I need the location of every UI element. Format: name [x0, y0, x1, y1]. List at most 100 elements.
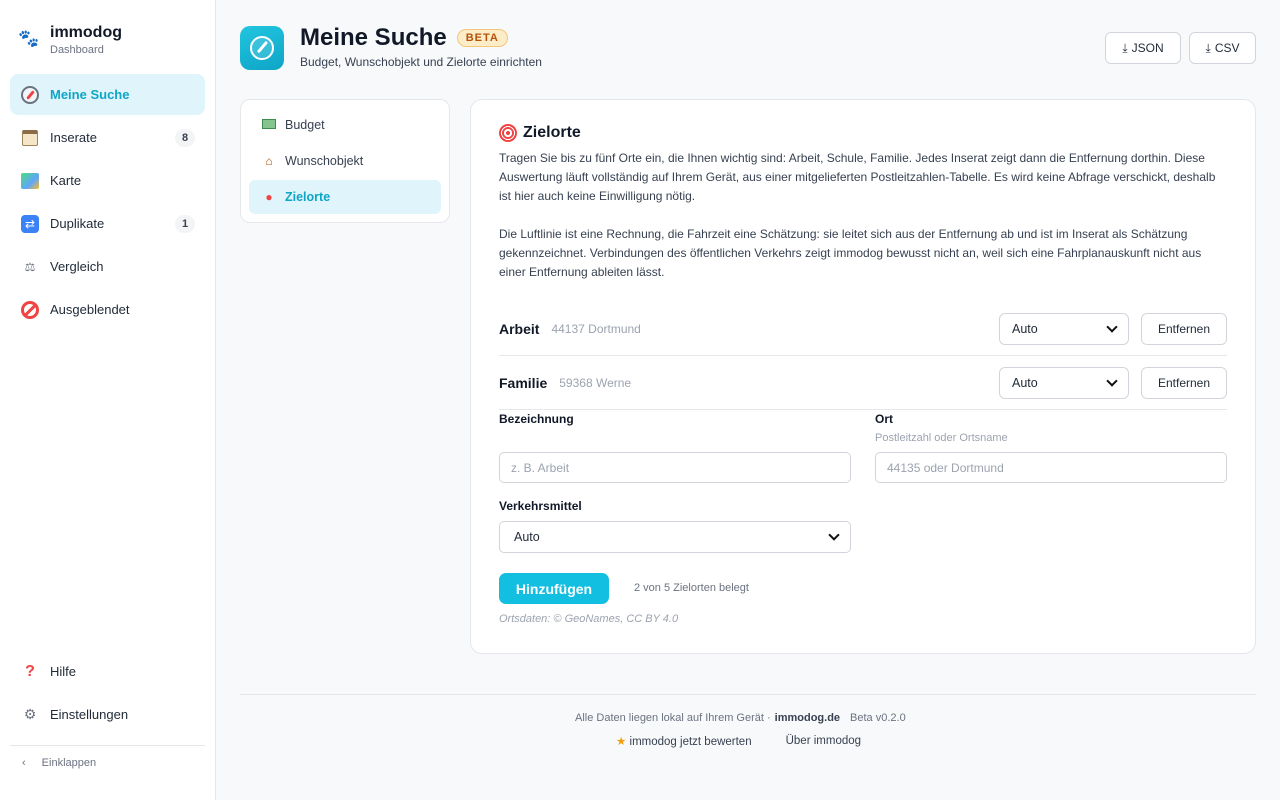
place-label: Ort [875, 412, 893, 426]
card-title-group: Zielorte [499, 124, 581, 142]
destination-row: Familie 59368 Werne Auto Entfernen [499, 356, 1227, 410]
sidebar-item-ausgeblendet[interactable]: Ausgeblendet [10, 289, 205, 330]
brand-subtitle: Dashboard [50, 44, 104, 56]
export-csv-label: CSV [1214, 41, 1240, 55]
brand[interactable]: 🐾 immodog Dashboard [18, 24, 122, 56]
transport-mode-select[interactable]: Auto [999, 313, 1129, 345]
card-title: Zielorte [523, 124, 581, 141]
select-value: Auto [514, 530, 540, 544]
sidebar-item-einstellungen[interactable]: ⚙ Einstellungen [10, 694, 205, 735]
sidebar-item-label: Karte [50, 173, 82, 188]
destination-place: 59368 Werne [559, 376, 632, 390]
rate-label: immodog jetzt bewerten [629, 736, 752, 748]
remove-button[interactable]: Entfernen [1141, 367, 1227, 399]
geonames-attribution: Ortsdaten: © GeoNames, CC BY 4.0 [499, 613, 679, 625]
chevron-down-icon [1106, 375, 1118, 387]
intro-paragraph: Tragen Sie bis zu fünf Orte ein, die Ihn… [499, 151, 1216, 203]
sidebar-item-label: Inserate [50, 130, 97, 145]
footer-version: Beta v0.2.0 [850, 712, 906, 724]
destination-place: 44137 Dortmund [551, 322, 641, 336]
slots-status: 2 von 5 Zielorten belegt [634, 582, 749, 594]
star-icon: ★ [616, 736, 627, 748]
sidebar-item-duplikate[interactable]: ⇄ Duplikate 1 [10, 203, 205, 244]
name-label: Bezeichnung [499, 412, 574, 426]
transport-mode-select[interactable]: Auto [999, 367, 1129, 399]
place-input[interactable]: 44135 oder Dortmund [875, 452, 1227, 483]
scale-icon: ⚖ [24, 259, 36, 274]
transport-select[interactable]: Auto [499, 521, 851, 553]
place-hint: Postleitzahl oder Ortsname [875, 432, 1008, 444]
sidebar-item-label: Duplikate [50, 216, 105, 231]
transport-label: Verkehrsmittel [499, 499, 582, 513]
add-button[interactable]: Hinzufügen [499, 573, 609, 604]
chevron-down-icon [1106, 321, 1118, 333]
page-compass-icon [240, 26, 284, 70]
collapse-label: Einklappen [41, 757, 97, 769]
section-item-zielorte[interactable]: ● Zielorte [249, 180, 441, 214]
footer-divider [240, 694, 1256, 695]
remove-button[interactable]: Entfernen [1141, 313, 1227, 345]
sidebar-item-label: Hilfe [50, 664, 77, 679]
gear-icon: ⚙ [23, 706, 37, 722]
sidebar-item-label: Vergleich [50, 259, 104, 274]
page-title-group: Meine Suche BETA [300, 24, 508, 52]
target-icon [499, 124, 517, 142]
count-badge: 1 [175, 214, 195, 233]
sidebar-item-label: Ausgeblendet [50, 302, 130, 317]
sidebar-item-hilfe[interactable]: ? Hilfe [10, 651, 205, 692]
page-title: Meine Suche [300, 24, 447, 51]
bottom-nav: ? Hilfe ⚙ Einstellungen [10, 651, 205, 737]
collapse-button[interactable]: ‹ Einklappen [22, 757, 96, 769]
sidebar-item-karte[interactable]: Karte [10, 160, 205, 201]
download-icon: ⤓ [1205, 40, 1211, 55]
count-badge: 8 [175, 128, 195, 147]
section-item-label: Budget [285, 118, 325, 132]
sidebar-item-meine-suche[interactable]: Meine Suche [10, 74, 205, 115]
compass-icon [20, 85, 40, 105]
zielorte-card: Zielorte Tragen Sie bis zu fünf Orte ein… [470, 99, 1256, 654]
section-menu: Budget ⌂ Wunschobjekt ● Zielorte [240, 99, 450, 223]
shuffle-icon: ⇄ [20, 214, 40, 234]
money-icon [261, 118, 277, 132]
beta-badge: BETA [456, 29, 508, 47]
download-icon: ⤓ [1122, 40, 1128, 55]
section-item-label: Wunschobjekt [285, 154, 364, 168]
chevron-down-icon [828, 529, 840, 541]
house-icon: ⌂ [265, 154, 273, 168]
page-subtitle: Budget, Wunschobjekt und Zielorte einric… [300, 55, 542, 69]
section-item-label: Zielorte [285, 190, 331, 204]
explanation-paragraph: Die Luftlinie ist eine Rechnung, die Fah… [499, 227, 1202, 279]
question-icon: ? [25, 662, 35, 680]
sidebar-item-inserate[interactable]: Inserate 8 [10, 117, 205, 158]
sidebar-divider [10, 745, 205, 746]
rate-link[interactable]: ★ immodog jetzt bewerten [616, 734, 752, 748]
sidebar-item-vergleich[interactable]: ⚖ Vergleich [10, 246, 205, 287]
about-link[interactable]: Über immodog [786, 735, 861, 747]
brand-name: immodog [50, 24, 122, 41]
section-item-budget[interactable]: Budget [249, 108, 441, 142]
paw-icon: 🐾 [18, 29, 40, 48]
select-value: Auto [1012, 322, 1038, 336]
name-input[interactable]: z. B. Arbeit [499, 452, 851, 483]
footer-site-link[interactable]: immodog.de [775, 712, 840, 724]
section-item-wunschobjekt[interactable]: ⌂ Wunschobjekt [249, 144, 441, 178]
main-nav: Meine Suche Inserate 8 Karte ⇄ Duplikate… [10, 74, 205, 332]
export-json-button[interactable]: ⤓ JSON [1105, 32, 1181, 64]
export-csv-button[interactable]: ⤓ CSV [1189, 32, 1256, 64]
calendar-icon [20, 128, 40, 148]
sidebar: 🐾 immodog Dashboard Meine Suche Inserate… [0, 0, 216, 800]
chevron-left-icon: ‹ [22, 757, 26, 769]
footer-text: Alle Daten liegen lokal auf Ihrem Gerät … [575, 712, 771, 724]
select-value: Auto [1012, 376, 1038, 390]
sidebar-item-label: Einstellungen [50, 707, 129, 722]
sidebar-item-label: Meine Suche [50, 87, 130, 102]
no-entry-icon [20, 300, 40, 320]
row-divider [499, 409, 1227, 410]
map-icon [20, 171, 40, 191]
destination-row: Arbeit 44137 Dortmund Auto Entfernen [499, 302, 1227, 356]
footer-links: ★ immodog jetzt bewerten Über immodog [616, 734, 861, 748]
export-json-label: JSON [1131, 41, 1164, 55]
destination-name: Familie [499, 375, 548, 391]
destination-name: Arbeit [499, 321, 540, 337]
pin-icon: ● [265, 190, 273, 204]
